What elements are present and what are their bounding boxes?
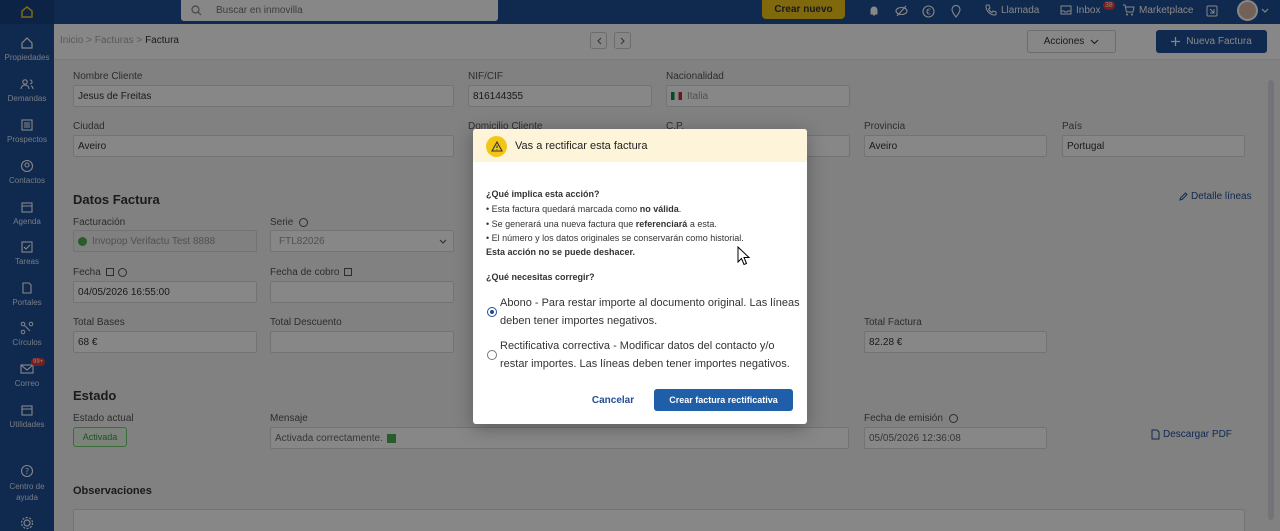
- bullet2-bold: referenciará: [635, 219, 688, 229]
- option-abono-label[interactable]: Abono - Para restar importe al documento…: [500, 294, 800, 330]
- option-abono-radio[interactable]: [487, 307, 497, 317]
- bullet2-end: a esta.: [687, 219, 717, 229]
- bullet1-end: .: [678, 204, 682, 214]
- bullet2-text: Se generará una nueva factura que: [491, 219, 636, 229]
- warning-icon: [486, 136, 507, 157]
- create-rectifying-invoice-button[interactable]: Crear factura rectificativa: [654, 389, 793, 411]
- cancel-button[interactable]: Cancelar: [587, 390, 639, 410]
- undo-warning: Esta acción no se puede deshacer.: [486, 247, 636, 257]
- bullet-new-invoice: • Se generará una nueva factura que refe…: [486, 219, 717, 229]
- option-correctiva-radio[interactable]: [487, 350, 497, 360]
- rectify-invoice-dialog: Vas a rectificar esta factura ¿Qué impli…: [473, 129, 807, 424]
- bullet1-text: Esta factura quedará marcada como: [491, 204, 640, 214]
- bullet-history: • El número y los datos originales se co…: [486, 233, 744, 243]
- bullet3-text: El número y los datos originales se cons…: [491, 233, 744, 243]
- option-correctiva-label[interactable]: Rectificativa correctiva - Modificar dat…: [500, 337, 800, 373]
- bullet1-bold: no válida: [639, 204, 679, 214]
- bullet-not-valid: • Esta factura quedará marcada como no v…: [486, 204, 682, 214]
- implications-heading: ¿Qué implica esta acción?: [486, 189, 600, 199]
- mouse-cursor-icon: [737, 246, 751, 266]
- dialog-header: Vas a rectificar esta factura: [473, 129, 807, 162]
- correction-heading: ¿Qué necesitas corregir?: [486, 272, 595, 282]
- dialog-title: Vas a rectificar esta factura: [515, 140, 648, 152]
